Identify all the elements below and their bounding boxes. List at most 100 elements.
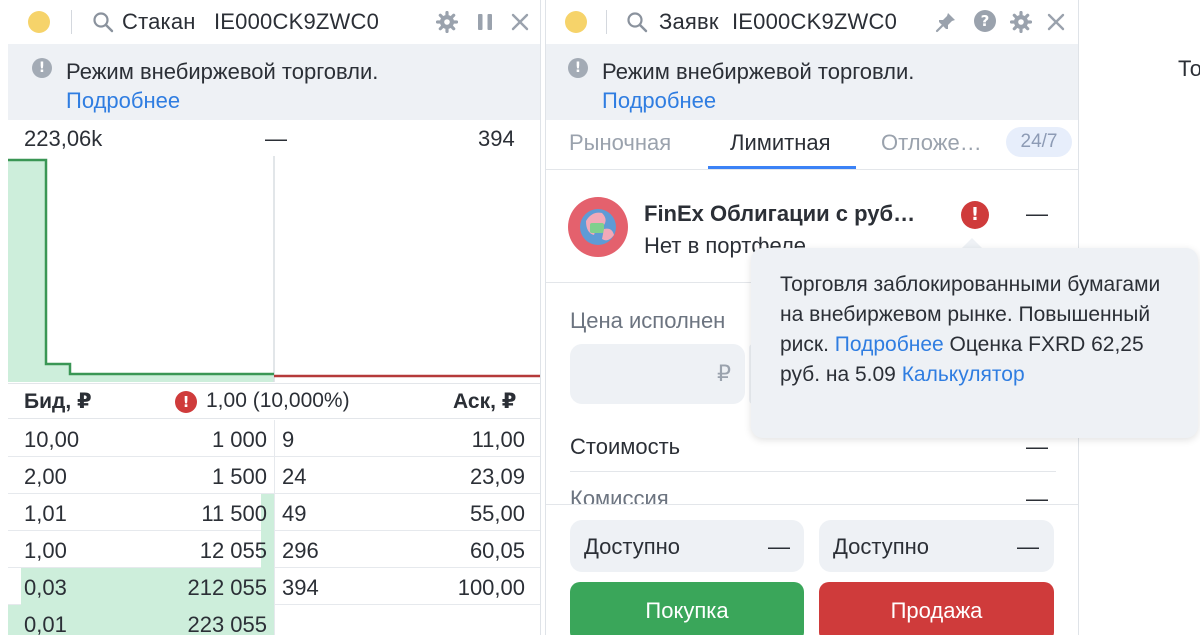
- table-row[interactable]: 10,00 1 000 9 11,00: [8, 420, 540, 457]
- ask-price: 23,09: [469, 464, 525, 489]
- available-buy-value: —: [768, 534, 790, 559]
- column-divider: [274, 457, 275, 494]
- otc-notice: ! Режим внебиржевой торговли. Подробнее: [546, 44, 1078, 120]
- bid-quantity: 1 000: [211, 427, 267, 452]
- risk-tooltip: Торговля заблокированными бумагами на вн…: [751, 248, 1198, 438]
- table-row[interactable]: 1,00 12 055 296 60,05: [8, 531, 540, 568]
- bid-price: 1,00: [24, 538, 67, 563]
- available-buy: Доступно —: [570, 520, 804, 572]
- instrument-change: —: [1026, 201, 1048, 226]
- link-group-dot[interactable]: [565, 11, 587, 33]
- orderbook-widget: Стакан IE000CK9ZWC0 ! Режим внебиржевой …: [8, 0, 541, 635]
- available-sell-value: —: [1017, 534, 1039, 559]
- order-header: Заявк IE000CK9ZWC0 ?: [546, 0, 1078, 44]
- bid-quantity: 12 055: [199, 538, 267, 563]
- ticker-label[interactable]: IE000CK9ZWC0: [732, 9, 897, 35]
- close-icon[interactable]: [509, 11, 531, 33]
- badge-24-7: 24/7: [1006, 127, 1072, 157]
- pause-icon[interactable]: [474, 11, 496, 33]
- link-group-dot[interactable]: [28, 11, 50, 33]
- orderbook-column-header: Бид, ₽ ! 1,00 (10,000%) Аск, ₽: [8, 383, 540, 419]
- tooltip-calculator-link[interactable]: Калькулятор: [902, 363, 1025, 386]
- notice-more-link[interactable]: Подробнее: [602, 86, 914, 115]
- depth-chart: [8, 156, 540, 382]
- notice-message: Режим внебиржевой торговли.: [602, 59, 915, 84]
- ask-quantity: 394: [282, 575, 319, 600]
- widget-title: Стакан: [122, 9, 196, 34]
- column-divider: [274, 568, 275, 605]
- ask-quantity: 24: [282, 464, 307, 489]
- ask-price: 11,00: [471, 427, 525, 452]
- buy-button[interactable]: Покупка: [570, 582, 804, 635]
- ask-quantity: 49: [282, 501, 307, 526]
- orderbook-header: Стакан IE000CK9ZWC0: [8, 0, 540, 44]
- otc-notice-text: Режим внебиржевой торговли. Подробнее: [602, 57, 914, 115]
- alert-icon[interactable]: !: [175, 391, 197, 413]
- ask-price: 60,05: [469, 538, 525, 563]
- help-icon[interactable]: ?: [974, 10, 996, 32]
- pin-icon[interactable]: [935, 11, 957, 33]
- divider: [546, 504, 1078, 505]
- instrument-name: FinEx Облигации с руб…: [644, 201, 916, 226]
- bid-price: 2,00: [24, 464, 67, 489]
- header-divider: [71, 10, 72, 34]
- bid-quantity: 223 055: [187, 612, 267, 635]
- tab-pending[interactable]: Отложе…: [881, 130, 982, 156]
- ask-column-label: Аск, ₽: [453, 390, 517, 413]
- instrument-logo-icon: [568, 197, 628, 257]
- bid-quantity: 212 055: [187, 575, 267, 600]
- price-label: Цена исполнен: [570, 308, 726, 333]
- bid-column-label: Бид, ₽: [24, 390, 92, 413]
- info-icon: !: [568, 58, 588, 78]
- column-divider: [274, 531, 275, 568]
- next-widget-fragment: То: [1178, 56, 1200, 81]
- bid-total-volume: 223,06k: [24, 126, 103, 151]
- search-icon[interactable]: [626, 11, 648, 33]
- cost-label: Стоимость: [570, 434, 681, 459]
- order-type-tabs: Рыночная Лимитная Отложе…: [546, 120, 1078, 170]
- gear-icon[interactable]: [1010, 11, 1032, 33]
- currency-sign: ₽: [717, 361, 731, 386]
- commission-value: —: [1026, 486, 1048, 504]
- header-divider: [606, 10, 607, 34]
- tooltip-content: Торговля заблокированными бумагами на вн…: [780, 270, 1180, 390]
- ask-total-volume: 394: [478, 126, 515, 151]
- close-icon[interactable]: [1045, 11, 1067, 33]
- table-row[interactable]: 1,01 11 500 49 55,00: [8, 494, 540, 531]
- divider: [570, 471, 1056, 472]
- commission-label: Комиссия: [570, 486, 669, 504]
- available-sell: Доступно —: [819, 520, 1054, 572]
- widget-title: Заявк: [659, 9, 719, 34]
- bid-quantity: 1 500: [211, 464, 267, 489]
- column-divider: [274, 494, 275, 531]
- table-row[interactable]: 0,03 212 055 394 100,00: [8, 568, 540, 605]
- alert-icon[interactable]: !: [961, 201, 989, 229]
- commission-row: Комиссия —: [546, 482, 1078, 504]
- bid-price: 0,01: [24, 612, 67, 635]
- bid-price: 1,01: [24, 501, 67, 526]
- available-sell-label: Доступно: [833, 534, 930, 559]
- table-row[interactable]: 0,01 223 055: [8, 605, 540, 635]
- table-row[interactable]: 2,00 1 500 24 23,09: [8, 457, 540, 494]
- tooltip-more-link[interactable]: Подробнее: [835, 333, 944, 356]
- spread-value: 1,00 (10,000%): [206, 389, 350, 412]
- bid-price: 10,00: [24, 427, 80, 452]
- ask-quantity: 296: [282, 538, 319, 563]
- ticker-label[interactable]: IE000CK9ZWC0: [214, 9, 379, 35]
- sell-button[interactable]: Продажа: [819, 582, 1054, 635]
- active-tab-indicator: [708, 166, 856, 169]
- search-icon[interactable]: [92, 11, 114, 33]
- notice-message: Режим внебиржевой торговли.: [66, 59, 379, 84]
- ask-price: 100,00: [457, 575, 525, 600]
- column-divider: [274, 605, 275, 635]
- otc-notice-text: Режим внебиржевой торговли. Подробнее: [66, 57, 378, 115]
- available-buy-label: Доступно: [584, 534, 681, 559]
- bid-quantity: 11 500: [201, 501, 267, 526]
- tab-market[interactable]: Рыночная: [569, 130, 671, 156]
- ask-price: 55,00: [469, 501, 525, 526]
- spread-dash: —: [265, 126, 287, 151]
- gear-icon[interactable]: [436, 11, 458, 33]
- price-input[interactable]: ₽: [570, 344, 745, 404]
- tab-limit[interactable]: Лимитная: [730, 130, 831, 156]
- notice-more-link[interactable]: Подробнее: [66, 86, 378, 115]
